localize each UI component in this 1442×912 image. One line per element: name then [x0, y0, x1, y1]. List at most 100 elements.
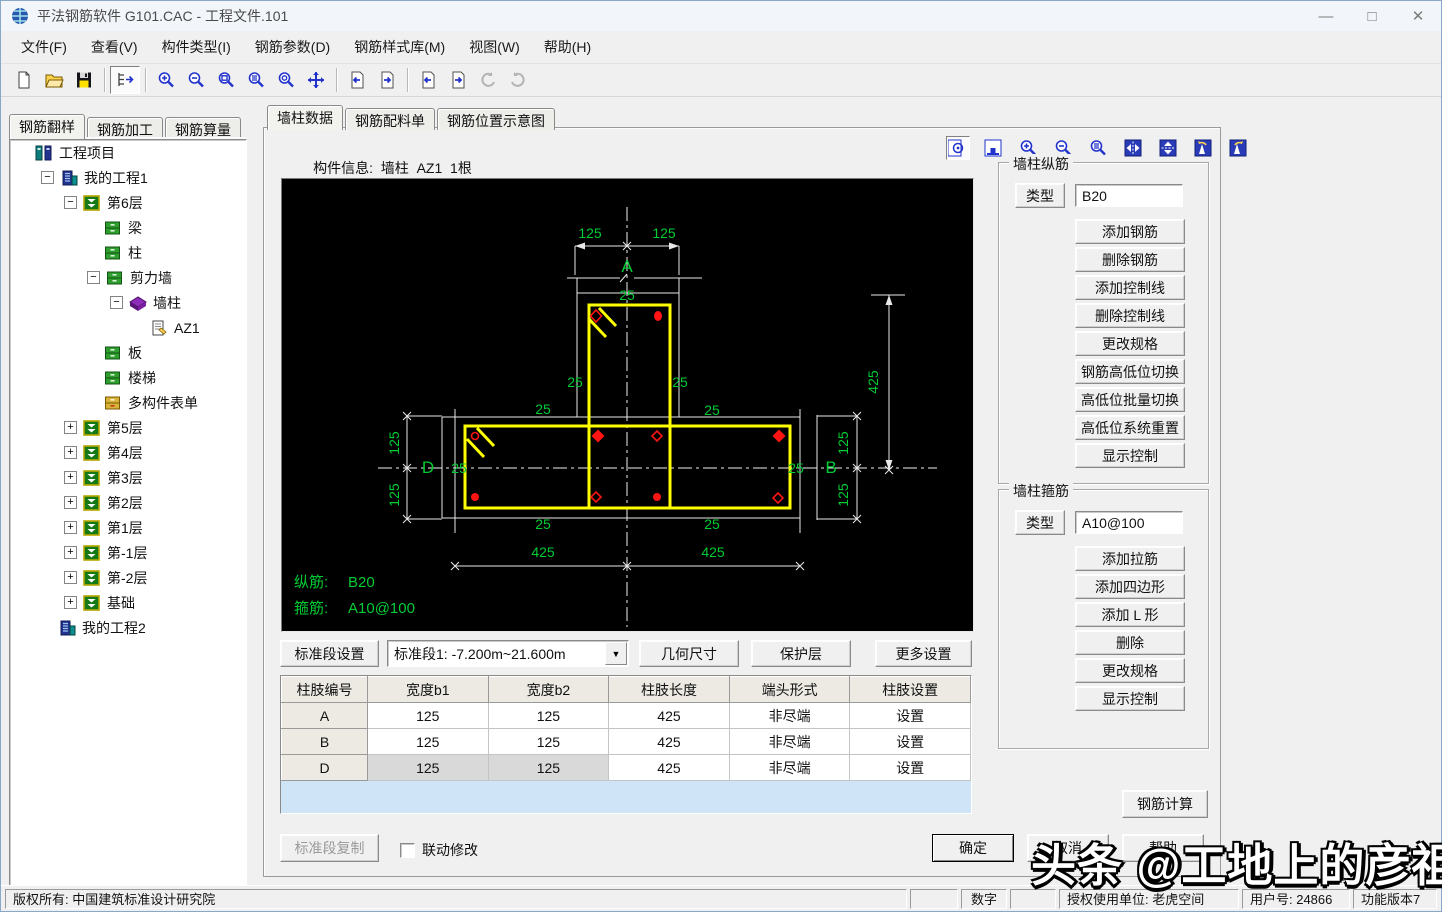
segment-settings-button[interactable]: 标准段设置 [280, 640, 379, 667]
sidebar-tab-rebar-quantity[interactable]: 钢筋算量 [165, 117, 241, 139]
menu-rebar-params[interactable]: 钢筋参数(D) [245, 33, 340, 61]
wall-column-longitudinal-delete-rebar-button[interactable]: 删除钢筋 [1075, 247, 1185, 272]
tree-item-floor-3[interactable]: + 第3层 [10, 465, 246, 490]
wall-column-longitudinal-high-low-batch-toggle-button[interactable]: 高低位批量切换 [1075, 387, 1185, 412]
wall-column-longitudinal-type-button[interactable]: 类型 [1015, 183, 1065, 208]
zoom-out-button[interactable] [181, 66, 211, 94]
limb-setting-cell[interactable]: 设置 [849, 702, 971, 729]
menu-file[interactable]: 文件(F) [11, 33, 77, 61]
redo-button[interactable] [503, 66, 533, 94]
wall-column-longitudinal-add-rebar-button[interactable]: 添加钢筋 [1075, 219, 1185, 244]
view-rotate-cw-button[interactable] [1226, 136, 1250, 160]
tree-expander-minus-icon[interactable]: − [110, 296, 123, 309]
rebar-calculate-button[interactable]: 钢筋计算 [1122, 790, 1208, 818]
tree-expander-plus-icon[interactable]: + [64, 496, 77, 509]
minimize-button[interactable]: — [1303, 1, 1349, 31]
tree-item-floor-6[interactable]: − 第6层 [10, 190, 246, 215]
close-button[interactable]: ✕ [1395, 1, 1441, 31]
cad-drawing-canvas[interactable]: 125 125 A 25 25 25 25 25 25 25 D B 25 25 125 125 125 125 4… [281, 178, 974, 632]
wall-column-stirrup-type-input[interactable]: A10@100 [1075, 511, 1183, 534]
wall-column-longitudinal-delete-control-line-button[interactable]: 删除控制线 [1075, 303, 1185, 328]
next-component-button[interactable] [372, 66, 402, 94]
limb-value-cell[interactable]: 125 [487, 728, 610, 755]
tree-expander-plus-icon[interactable]: + [64, 471, 77, 484]
wall-column-stirrup-add-l-shape-button[interactable]: 添加 L 形 [1075, 602, 1185, 627]
wall-column-stirrup-add-tie-button[interactable]: 添加拉筋 [1075, 546, 1185, 571]
tree-item-foundation[interactable]: + 基础 [10, 590, 246, 615]
wall-column-longitudinal-change-spec-button[interactable]: 更改规格 [1075, 331, 1185, 356]
row-header-B[interactable]: B [281, 728, 368, 755]
limb-setting-cell[interactable]: 设置 [849, 754, 971, 781]
limb-value-cell[interactable]: 425 [608, 702, 730, 729]
new-file-button[interactable] [9, 66, 39, 94]
limb-value-cell[interactable]: 425 [608, 754, 730, 781]
tree-item-floor-1[interactable]: + 第1层 [10, 515, 246, 540]
wall-column-longitudinal-high-low-system-reset-button[interactable]: 高低位系统重置 [1075, 415, 1185, 440]
tree-item-slab[interactable]: 板 [10, 340, 246, 365]
checkbox-icon[interactable] [400, 842, 415, 858]
tree-item-stairs[interactable]: 楼梯 [10, 365, 246, 390]
sidebar-tab-rebar-detailing[interactable]: 钢筋翻样 [9, 114, 85, 139]
main-tab-rebar-schedule[interactable]: 钢筋配料单 [345, 108, 435, 130]
segment-select[interactable]: 标准段1: -7.200m~21.600m ▼ [387, 640, 629, 667]
tree-view-button[interactable] [110, 66, 140, 94]
segment-copy-button[interactable]: 标准段复制 [280, 834, 379, 862]
limb-setting-cell[interactable]: 设置 [849, 728, 971, 755]
tree-item-shear-wall[interactable]: − 剪力墙 [10, 265, 246, 290]
wall-column-longitudinal-display-control-button[interactable]: 显示控制 [1075, 443, 1185, 468]
limb-value-cell[interactable]: 非尽端 [728, 754, 851, 781]
view-zoom-fit-button[interactable] [1086, 136, 1110, 160]
sidebar-tab-rebar-processing[interactable]: 钢筋加工 [87, 117, 163, 139]
wall-column-stirrup-display-control-button[interactable]: 显示控制 [1075, 686, 1185, 711]
maximize-button[interactable]: □ [1349, 1, 1395, 31]
tree-expander-minus-icon[interactable]: − [64, 196, 77, 209]
tree-item-wall-column[interactable]: − 墙柱 [10, 290, 246, 315]
tree-item-my-project-2[interactable]: 我的工程2 [10, 615, 246, 640]
prev-component-button[interactable] [342, 66, 372, 94]
tree-item-project-root[interactable]: 工程项目 [10, 140, 246, 165]
tree-expander-plus-icon[interactable]: + [64, 571, 77, 584]
main-tab-rebar-position-sketch[interactable]: 钢筋位置示意图 [437, 108, 555, 130]
ok-button[interactable]: 确定 [932, 834, 1014, 862]
menu-window-view[interactable]: 视图(W) [459, 33, 530, 61]
open-file-button[interactable] [39, 66, 69, 94]
tree-item-floor-4[interactable]: + 第4层 [10, 440, 246, 465]
row-header-A[interactable]: A [281, 702, 368, 729]
limb-value-cell[interactable]: 425 [608, 728, 730, 755]
tree-item-az1[interactable]: AZ1 [10, 315, 246, 340]
dropdown-arrow-icon[interactable]: ▼ [605, 642, 627, 665]
menu-component-type[interactable]: 构件类型(I) [152, 33, 241, 61]
pan-button[interactable] [301, 66, 331, 94]
more-settings-button[interactable]: 更多设置 [875, 640, 972, 667]
tree-item-multi-component-list[interactable]: 多构件表单 [10, 390, 246, 415]
wall-column-stirrup-change-spec-button[interactable]: 更改规格 [1075, 658, 1185, 683]
limb-value-cell[interactable]: 125 [367, 754, 489, 781]
tree-item-column[interactable]: 柱 [10, 240, 246, 265]
tree-expander-plus-icon[interactable]: + [64, 421, 77, 434]
view-mirror-vertical-button[interactable] [1156, 136, 1180, 160]
prev-page-button[interactable] [413, 66, 443, 94]
wall-column-stirrup-type-button[interactable]: 类型 [1015, 510, 1065, 535]
view-center-view-button[interactable] [946, 136, 970, 160]
menu-rebar-style-lib[interactable]: 钢筋样式库(M) [344, 33, 455, 61]
tree-item-floor-b1[interactable]: + 第-1层 [10, 540, 246, 565]
tree-item-my-project-1[interactable]: − 我的工程1 [10, 165, 246, 190]
zoom-window-button[interactable] [211, 66, 241, 94]
cover-button[interactable]: 保护层 [751, 640, 851, 667]
limb-value-cell[interactable]: 非尽端 [728, 728, 851, 755]
tree-expander-plus-icon[interactable]: + [64, 546, 77, 559]
wall-column-longitudinal-type-input[interactable]: B20 [1075, 184, 1183, 207]
wall-column-stirrup-add-quadrilateral-button[interactable]: 添加四边形 [1075, 574, 1185, 599]
tree-expander-minus-icon[interactable]: − [87, 271, 100, 284]
tree-item-floor-5[interactable]: + 第5层 [10, 415, 246, 440]
limb-value-cell[interactable]: 125 [367, 702, 489, 729]
limb-value-cell[interactable]: 125 [367, 728, 489, 755]
tree-expander-minus-icon[interactable]: − [41, 171, 54, 184]
view-section-view-button[interactable] [981, 136, 1005, 160]
menu-help[interactable]: 帮助(H) [534, 33, 601, 61]
tree-expander-plus-icon[interactable]: + [64, 521, 77, 534]
tree-expander-plus-icon[interactable]: + [64, 596, 77, 609]
next-page-button[interactable] [443, 66, 473, 94]
save-file-button[interactable] [69, 66, 99, 94]
view-mirror-horizontal-button[interactable] [1121, 136, 1145, 160]
